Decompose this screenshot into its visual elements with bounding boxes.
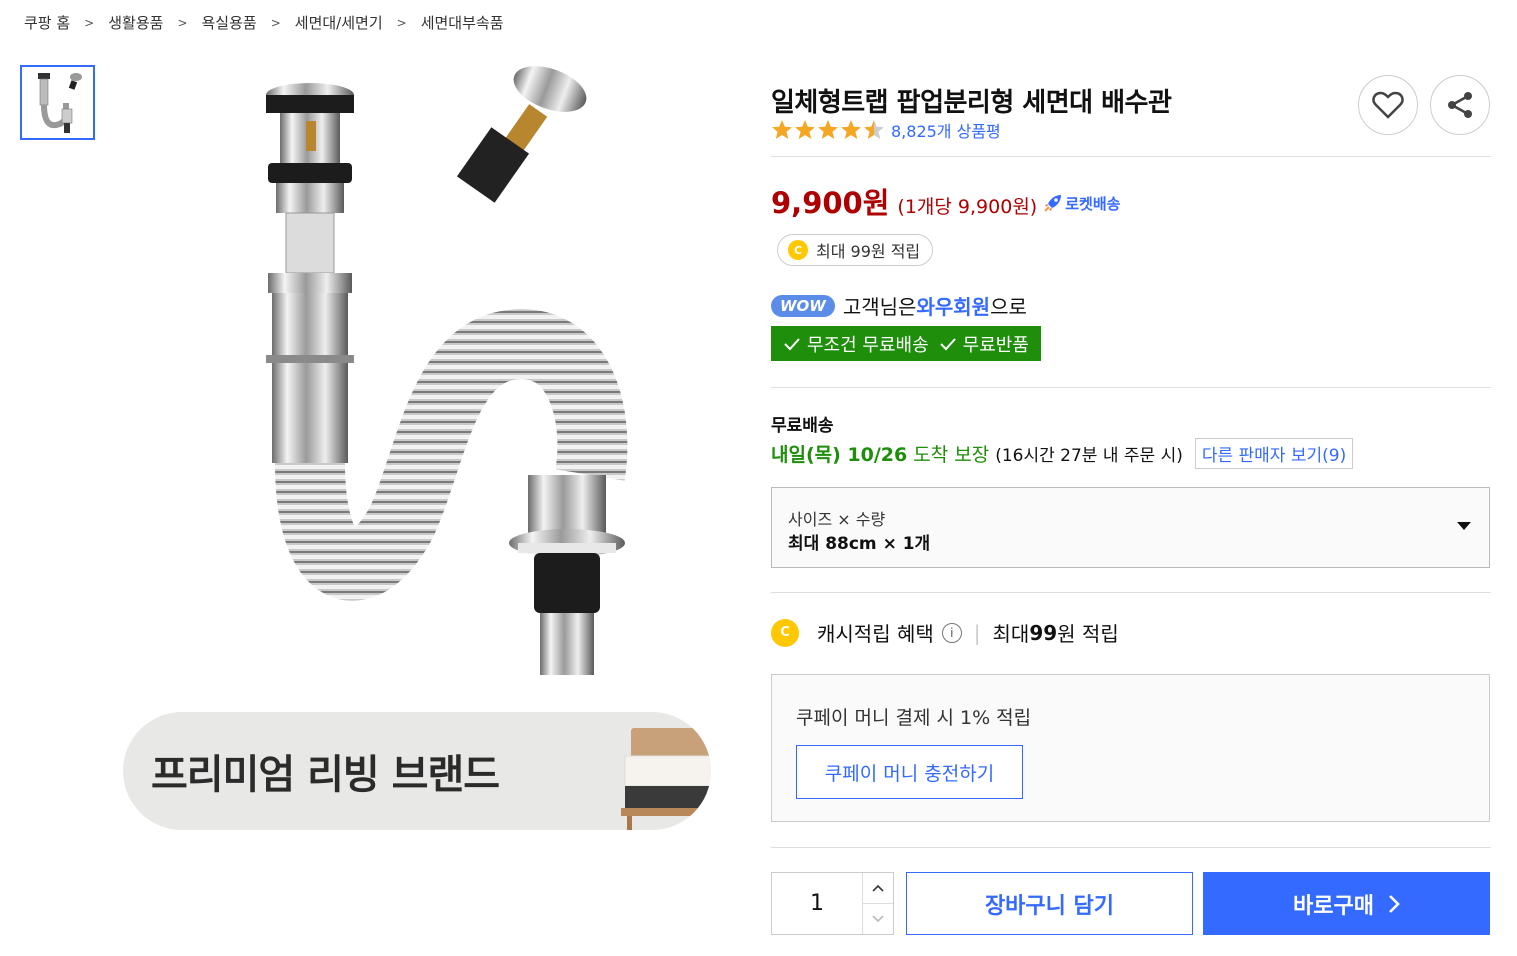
info-icon[interactable]: i bbox=[941, 622, 962, 643]
bed-image bbox=[621, 728, 711, 830]
price: 9,900원 bbox=[771, 186, 890, 220]
share-icon bbox=[1448, 92, 1472, 118]
breadcrumb-separator: > bbox=[270, 15, 281, 30]
coupang-cash-icon: C bbox=[771, 618, 799, 647]
cash-reward-pill: C 최대 99원 적립 bbox=[777, 234, 934, 266]
delivery-date: 내일(목) 10/26 bbox=[771, 444, 908, 466]
quantity-input[interactable]: 1 bbox=[772, 873, 862, 934]
quantity-steppers bbox=[862, 873, 893, 934]
review-count[interactable]: 8,825개 상품평 bbox=[891, 118, 1001, 142]
vertical-divider: | bbox=[973, 620, 981, 645]
checkmark-icon bbox=[784, 337, 800, 350]
shipping-label: 무료배송 bbox=[771, 416, 834, 436]
coupay-box: 쿠페이 머니 결제 시 1% 적립 쿠페이 머니 충전하기 bbox=[771, 674, 1490, 822]
other-sellers-button[interactable]: 다른 판매자 보기(9) bbox=[1194, 438, 1354, 469]
wishlist-button[interactable] bbox=[1358, 75, 1418, 135]
breadcrumb-home[interactable]: 쿠팡 홈 bbox=[24, 12, 70, 33]
cash-benefit-prefix: 최대 bbox=[992, 622, 1030, 646]
add-to-cart-button[interactable]: 장바구니 담기 bbox=[906, 872, 1193, 935]
cash-benefit-row: C 캐시적립 혜택 i | 최대 99 원 적립 bbox=[771, 618, 1119, 647]
divider bbox=[771, 847, 1491, 848]
breadcrumb-separator: > bbox=[177, 15, 188, 30]
product-rating[interactable]: 8,825개 상품평 bbox=[771, 118, 1001, 142]
cash-reward-text: 최대 99원 적립 bbox=[816, 242, 921, 261]
cash-benefit-title: 캐시적립 혜택 bbox=[817, 622, 934, 646]
wow-badge: WOW bbox=[771, 294, 835, 317]
product-thumbnail[interactable] bbox=[20, 65, 95, 140]
drain-pipe-thumbnail-image bbox=[37, 72, 82, 133]
order-deadline: (16시간 27분 내 주문 시) bbox=[995, 446, 1183, 466]
rocket-delivery-badge: 로켓배송 bbox=[1043, 193, 1120, 214]
divider bbox=[771, 592, 1491, 593]
cash-benefit-suffix: 원 적립 bbox=[1057, 622, 1119, 646]
option-select[interactable]: 사이즈 × 수량 최대 88cm × 1개 bbox=[771, 487, 1490, 568]
chevron-up-icon bbox=[872, 884, 884, 892]
coupang-cash-icon: C bbox=[788, 240, 808, 260]
option-label: 사이즈 × 수량 bbox=[788, 510, 886, 529]
chevron-down-icon bbox=[872, 915, 884, 923]
wow-suffix: 으로 bbox=[990, 295, 1027, 319]
wow-benefits-box: 무조건 무료배송 무료반품 bbox=[771, 326, 1041, 361]
breadcrumb-washbasin[interactable]: 세면대/세면기 bbox=[295, 12, 383, 33]
checkmark-icon bbox=[939, 337, 956, 350]
product-title: 일체형트랩 팝업분리형 세면대 배수관 bbox=[771, 88, 1172, 118]
wow-prefix: 고객님은 bbox=[842, 295, 917, 319]
shipping-row: 내일(목) 10/26 도착 보장 (16시간 27분 내 주문 시) 다른 판… bbox=[771, 438, 1354, 469]
breadcrumb-living[interactable]: 생활용품 bbox=[108, 12, 163, 33]
premium-living-banner[interactable]: 프리미엄 리빙 브랜드 bbox=[123, 712, 711, 830]
unit-price: (1개당 9,900원) bbox=[897, 196, 1038, 218]
rocket-icon bbox=[1044, 195, 1062, 212]
chevron-right-icon bbox=[1389, 894, 1400, 913]
quantity-increase-button[interactable] bbox=[863, 873, 893, 904]
delivery-guarantee: 도착 보장 bbox=[913, 444, 990, 466]
banner-text: 프리미엄 리빙 브랜드 bbox=[151, 752, 500, 798]
buy-now-label: 바로구매 bbox=[1293, 893, 1374, 919]
free-return-benefit: 무료반품 bbox=[962, 334, 1029, 356]
product-main-image[interactable] bbox=[110, 55, 730, 695]
coupay-description: 쿠페이 머니 결제 시 1% 적립 bbox=[796, 707, 1032, 729]
divider bbox=[771, 156, 1491, 157]
rocket-label: 로켓배송 bbox=[1065, 194, 1121, 213]
price-row: 9,900원 (1개당 9,900원) 로켓배송 bbox=[771, 180, 1120, 222]
breadcrumb: 쿠팡 홈 > 생활용품 > 욕실용품 > 세면대/세면기 > 세면대부속품 bbox=[24, 12, 504, 33]
share-button[interactable] bbox=[1430, 75, 1490, 135]
drain-pipe-image bbox=[266, 66, 628, 675]
option-value: 최대 88cm × 1개 bbox=[788, 534, 931, 554]
heart-icon bbox=[1372, 91, 1404, 119]
star-rating-icon bbox=[772, 120, 884, 139]
caret-down-icon bbox=[1457, 522, 1471, 530]
breadcrumb-bathroom[interactable]: 욕실용품 bbox=[202, 12, 257, 33]
breadcrumb-separator: > bbox=[396, 15, 407, 30]
wow-member-row: WOW 고객님은 와우회원 으로 bbox=[771, 291, 1027, 320]
rating-stars bbox=[771, 119, 885, 141]
coupay-charge-button[interactable]: 쿠페이 머니 충전하기 bbox=[796, 745, 1023, 799]
quantity-decrease-button[interactable] bbox=[863, 904, 893, 934]
wow-member-link[interactable]: 와우회원 bbox=[916, 291, 990, 320]
cash-benefit-amount: 99 bbox=[1029, 620, 1058, 645]
free-shipping-benefit: 무조건 무료배송 bbox=[807, 334, 929, 356]
breadcrumb-washbasin-parts[interactable]: 세면대부속품 bbox=[421, 12, 504, 33]
breadcrumb-separator: > bbox=[84, 15, 95, 30]
buy-now-button[interactable]: 바로구매 bbox=[1203, 872, 1490, 935]
divider bbox=[771, 387, 1491, 388]
quantity-stepper: 1 bbox=[771, 872, 894, 935]
